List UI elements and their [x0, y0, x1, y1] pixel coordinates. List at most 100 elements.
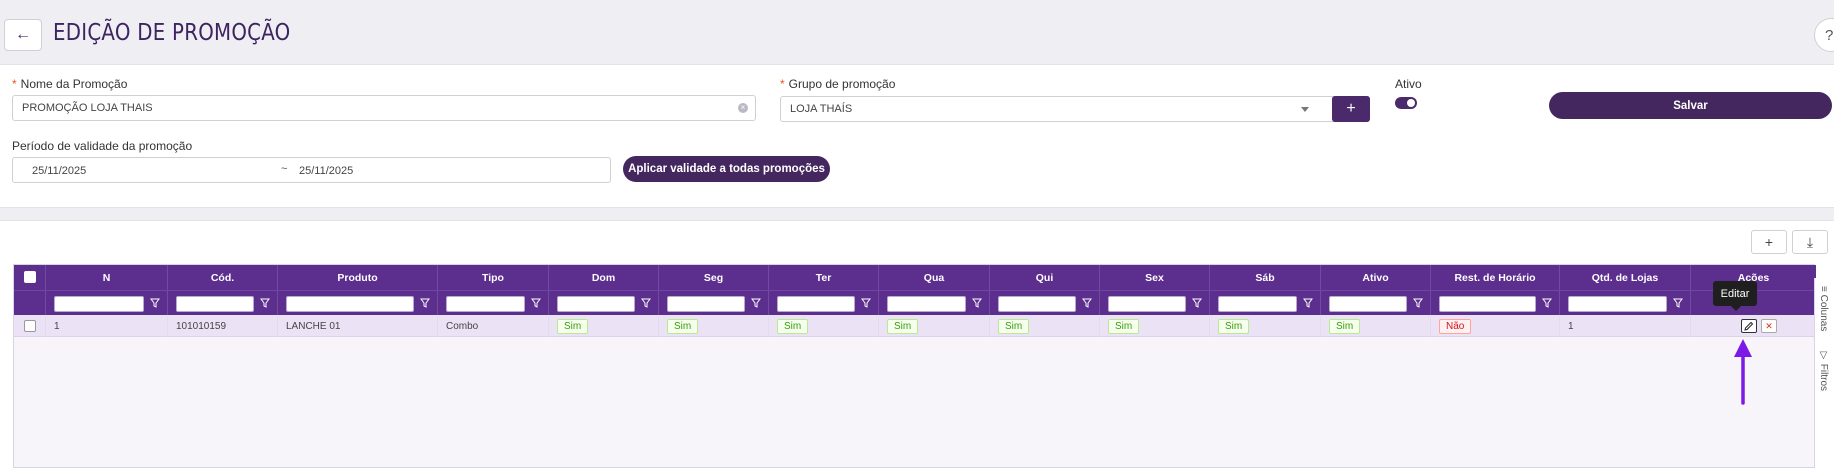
- status-badge: Sim: [1108, 318, 1140, 334]
- col-qtd-lojas[interactable]: Qtd. de Lojas: [1560, 265, 1691, 290]
- cell-sex: Sim: [1100, 315, 1210, 337]
- cell-ter: Sim: [769, 315, 879, 337]
- col-produto[interactable]: Produto: [278, 265, 438, 290]
- col-qua[interactable]: Qua: [879, 265, 990, 290]
- grupo-select[interactable]: LOJA THAÍS: [780, 96, 1370, 122]
- column-filter-input[interactable]: [777, 296, 855, 312]
- filter-icon[interactable]: [260, 298, 270, 308]
- filter-cell: [769, 291, 879, 315]
- cell-qua: Sim: [879, 315, 990, 337]
- cell-tipo: Combo: [438, 315, 549, 337]
- filter-icon[interactable]: [150, 298, 160, 308]
- column-filter-input[interactable]: [1108, 296, 1186, 312]
- filter-icon[interactable]: [531, 298, 541, 308]
- cell-produto: LANCHE 01: [278, 315, 438, 337]
- help-icon: ?: [1825, 26, 1834, 44]
- add-grupo-button[interactable]: +: [1332, 96, 1370, 122]
- export-button[interactable]: ⤓: [1792, 230, 1828, 254]
- cell-cod: 101010159: [168, 315, 278, 337]
- side-panel-tabs: ≡ Colunas ▽ Filtros: [1814, 278, 1834, 468]
- col-rest-horario[interactable]: Rest. de Horário: [1431, 265, 1560, 290]
- annotation-arrow: [1734, 339, 1752, 405]
- col-qui[interactable]: Qui: [990, 265, 1100, 290]
- arrow-left-icon: ←: [15, 26, 31, 43]
- add-row-button[interactable]: +: [1751, 230, 1787, 254]
- required-mark: *: [12, 77, 17, 91]
- save-button[interactable]: Salvar: [1549, 92, 1832, 119]
- filter-icon[interactable]: [751, 298, 761, 308]
- cell-qtd: 1: [1560, 315, 1691, 337]
- column-filter-input[interactable]: [998, 296, 1076, 312]
- col-cod[interactable]: Cód.: [168, 265, 278, 290]
- column-filter-input[interactable]: [1568, 296, 1667, 312]
- cell-qui: Sim: [990, 315, 1100, 337]
- edit-tooltip: Editar: [1713, 281, 1757, 311]
- filter-cell: [46, 291, 168, 315]
- filter-cell: [879, 291, 990, 315]
- filter-cell: [659, 291, 769, 315]
- filter-icon[interactable]: [1413, 298, 1423, 308]
- filter-icon[interactable]: [420, 298, 430, 308]
- back-button[interactable]: ←: [4, 19, 42, 51]
- col-ativo[interactable]: Ativo: [1321, 265, 1431, 290]
- column-filter-input[interactable]: [1218, 296, 1297, 312]
- filter-icon[interactable]: [1082, 298, 1092, 308]
- filter-cell: [14, 291, 46, 315]
- filters-tab[interactable]: ▽ Filtros: [1818, 350, 1829, 391]
- status-badge: Não: [1439, 318, 1472, 334]
- column-filter-input[interactable]: [54, 296, 144, 312]
- col-n[interactable]: N: [46, 265, 168, 290]
- column-filter-input[interactable]: [667, 296, 745, 312]
- grid-filter-row: [14, 290, 1816, 315]
- filter-icon[interactable]: [641, 298, 651, 308]
- columns-tab[interactable]: ≡ Colunas: [1818, 286, 1829, 331]
- download-icon: ⤓: [1806, 233, 1814, 250]
- filter-icon[interactable]: [1192, 298, 1202, 308]
- status-badge: Sim: [1329, 318, 1361, 334]
- col-tipo[interactable]: Tipo: [438, 265, 549, 290]
- nome-input[interactable]: PROMOÇÃO LOJA THAIS ×: [12, 95, 756, 121]
- col-sab[interactable]: Sáb: [1210, 265, 1321, 290]
- filter-icon[interactable]: [1673, 298, 1683, 308]
- row-checkbox[interactable]: [24, 320, 36, 332]
- column-filter-input[interactable]: [1329, 296, 1407, 312]
- column-filter-input[interactable]: [286, 296, 414, 312]
- promotion-grid: N Cód. Produto Tipo Dom Seg Ter Qua Qui …: [13, 264, 1816, 468]
- ativo-toggle[interactable]: [1395, 97, 1417, 109]
- filter-icon[interactable]: [972, 298, 982, 308]
- col-ter[interactable]: Ter: [769, 265, 879, 290]
- page-header: ← EDIÇÃO DE PROMOÇÃO ?: [0, 0, 1834, 64]
- column-filter-input[interactable]: [446, 296, 525, 312]
- clear-icon[interactable]: ×: [738, 103, 748, 113]
- apply-validity-button[interactable]: Aplicar validade a todas promoções: [623, 156, 830, 182]
- status-badge: Sim: [557, 318, 589, 334]
- date-separator: ~: [281, 163, 288, 175]
- plus-icon: +: [1346, 100, 1356, 117]
- delete-button[interactable]: ✕: [1761, 319, 1777, 333]
- filter-icon[interactable]: [1542, 298, 1552, 308]
- status-badge: Sim: [887, 318, 919, 334]
- filter-icon[interactable]: [861, 298, 871, 308]
- select-all-checkbox[interactable]: [24, 271, 36, 283]
- required-mark: *: [780, 77, 785, 91]
- filter-cell: [278, 291, 438, 315]
- col-sex[interactable]: Sex: [1100, 265, 1210, 290]
- cell-ativo: Sim: [1321, 315, 1431, 337]
- column-filter-input[interactable]: [176, 296, 254, 312]
- status-badge: Sim: [998, 318, 1030, 334]
- col-seg[interactable]: Seg: [659, 265, 769, 290]
- date-end[interactable]: 25/11/2025: [299, 165, 353, 177]
- column-filter-input[interactable]: [1439, 296, 1536, 312]
- edit-button[interactable]: [1741, 319, 1757, 333]
- filter-cell: [438, 291, 549, 315]
- help-button[interactable]: ?: [1814, 18, 1834, 52]
- filter-cell: [1321, 291, 1431, 315]
- table-row[interactable]: 1 101010159 LANCHE 01 Combo Sim Sim Sim …: [14, 315, 1816, 337]
- column-filter-input[interactable]: [557, 296, 635, 312]
- filter-icon[interactable]: [1303, 298, 1313, 308]
- column-filter-input[interactable]: [887, 296, 966, 312]
- col-dom[interactable]: Dom: [549, 265, 659, 290]
- row-select-cell: [14, 315, 46, 337]
- date-start[interactable]: 25/11/2025: [32, 165, 86, 177]
- page-title: EDIÇÃO DE PROMOÇÃO: [53, 20, 291, 46]
